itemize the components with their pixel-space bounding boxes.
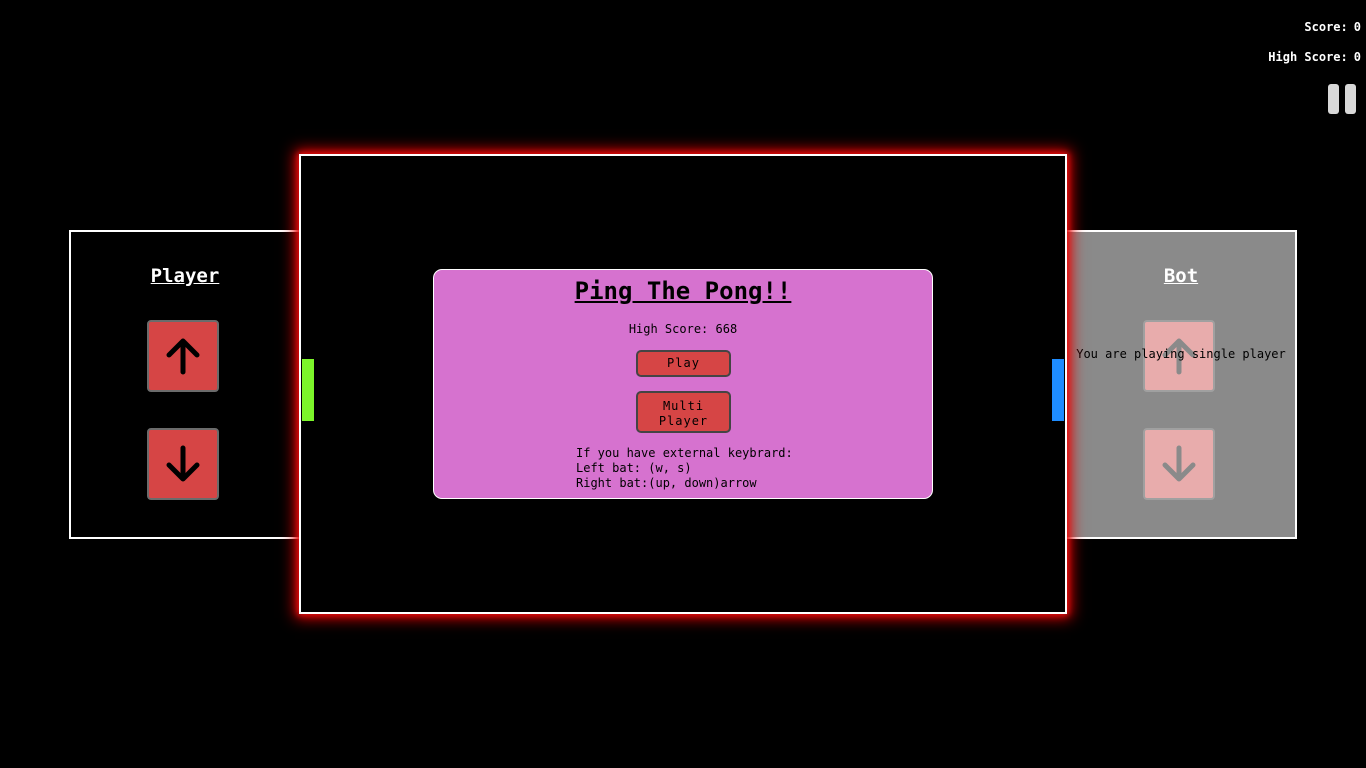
score-display: Score: 0 bbox=[1304, 20, 1361, 34]
arrow-down-icon bbox=[166, 445, 200, 482]
high-score-value: 0 bbox=[1353, 50, 1361, 64]
bot-panel-title: Bot bbox=[1163, 265, 1199, 287]
arrow-down-icon bbox=[1162, 445, 1196, 482]
score-value: 0 bbox=[1353, 20, 1361, 34]
player-up-button[interactable] bbox=[147, 320, 219, 392]
instruction-line: Right bat:(up, down)arrow bbox=[576, 476, 757, 490]
multiplayer-label-line2: Player bbox=[658, 414, 709, 428]
play-button[interactable]: Play bbox=[636, 350, 731, 377]
instruction-line: Left bat: (w, s) bbox=[576, 461, 692, 475]
multiplayer-button[interactable]: Multi Player bbox=[636, 391, 731, 433]
game-title: Ping The Pong!! bbox=[574, 277, 792, 305]
menu-high-score: High Score: 668 bbox=[628, 322, 738, 336]
instruction-line: If you have external keybrard: bbox=[576, 446, 793, 460]
score-label: Score: bbox=[1304, 20, 1348, 34]
high-score-label: High Score: bbox=[1268, 50, 1348, 64]
high-score-display: High Score: 0 bbox=[1268, 50, 1361, 64]
left-bat[interactable] bbox=[302, 359, 314, 421]
pause-button[interactable] bbox=[1328, 84, 1356, 114]
player-down-button[interactable] bbox=[147, 428, 219, 500]
pause-icon-bar-left bbox=[1328, 84, 1339, 114]
player-panel-title: Player bbox=[150, 265, 220, 287]
multiplayer-label-line1: Multi bbox=[662, 399, 705, 413]
start-menu: Ping The Pong!! High Score: 668 Play Mul… bbox=[433, 269, 933, 499]
right-bat[interactable] bbox=[1052, 359, 1064, 421]
keyboard-instructions: If you have external keybrard: Left bat:… bbox=[576, 446, 793, 491]
arrow-up-icon bbox=[166, 338, 200, 375]
bot-down-button[interactable] bbox=[1143, 428, 1215, 500]
pause-icon-bar-right bbox=[1345, 84, 1356, 114]
single-player-note: You are playing single player bbox=[1076, 347, 1286, 361]
bot-panel: Bot You are playing single player bbox=[1067, 230, 1297, 539]
player-panel: Player bbox=[69, 230, 299, 539]
